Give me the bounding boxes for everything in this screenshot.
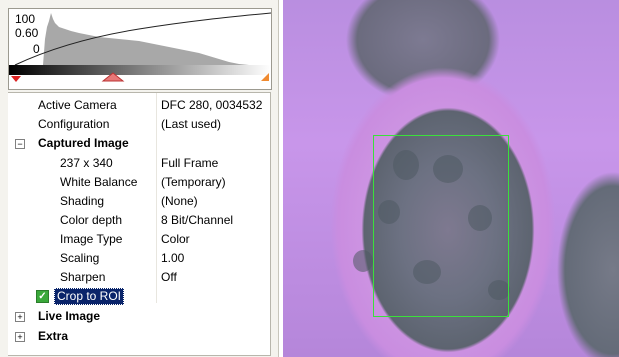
group-label: Live Image xyxy=(38,309,101,323)
prop-row-configuration[interactable]: Configuration (Last used) xyxy=(8,115,270,134)
prop-label: Scaling xyxy=(60,251,100,265)
prop-label: White Balance xyxy=(60,175,138,189)
prop-row-active-camera[interactable]: Active Camera DFC 280, 0034532 xyxy=(8,96,270,115)
prop-value: Color xyxy=(161,232,190,246)
histogram-max-label: 100 xyxy=(15,12,36,26)
prop-label: Shading xyxy=(60,194,105,208)
prop-value: DFC 280, 0034532 xyxy=(161,98,263,112)
histogram-panel[interactable]: 100 0.60 0 xyxy=(8,8,272,90)
prop-value: (Temporary) xyxy=(161,175,226,189)
prop-label: 237 x 340 xyxy=(60,156,113,170)
prop-row-sharpen[interactable]: Sharpen Off xyxy=(8,268,270,287)
cell-granule xyxy=(353,250,373,272)
prop-label: Active Camera xyxy=(38,98,117,112)
intensity-ramp xyxy=(9,65,271,75)
prop-value: 8 Bit/Channel xyxy=(161,213,234,227)
prop-label: Sharpen xyxy=(60,270,106,284)
crop-to-roi-label: Crop to ROI xyxy=(54,288,125,305)
histogram-bars xyxy=(43,13,249,65)
crop-to-roi-checkbox[interactable]: ✓ xyxy=(36,290,49,303)
prop-row-scaling[interactable]: Scaling 1.00 xyxy=(8,249,270,268)
prop-row-color-depth[interactable]: Color depth 8 Bit/Channel xyxy=(8,211,270,230)
group-label: Extra xyxy=(38,329,69,343)
prop-value: (None) xyxy=(161,194,198,208)
prop-row-shading[interactable]: Shading (None) xyxy=(8,192,270,211)
expand-icon[interactable]: + xyxy=(15,332,25,342)
prop-value: 1.00 xyxy=(161,251,185,265)
prop-value: Off xyxy=(161,270,177,284)
prop-row-image-type[interactable]: Image Type Color xyxy=(8,230,270,249)
settings-panel: 100 0.60 0 Active Camera DFC 280, 003453… xyxy=(0,0,279,357)
histogram-graph xyxy=(9,12,271,82)
group-live-image[interactable]: + Live Image xyxy=(8,307,270,326)
property-list: Active Camera DFC 280, 0034532 Configura… xyxy=(8,92,271,356)
prop-value: Full Frame xyxy=(161,156,219,170)
prop-label: Color depth xyxy=(60,213,123,227)
prop-value: (Last used) xyxy=(161,117,222,131)
prop-label: Configuration xyxy=(38,117,110,131)
crop-to-roi-row[interactable]: ✓ Crop to ROI xyxy=(8,287,270,306)
group-captured-image[interactable]: − Captured Image xyxy=(8,134,270,153)
group-label: Captured Image xyxy=(38,136,129,150)
expand-icon[interactable]: + xyxy=(15,312,25,322)
black-point-marker xyxy=(11,76,21,82)
collapse-icon[interactable]: − xyxy=(15,139,25,149)
prop-row-white-balance[interactable]: White Balance (Temporary) xyxy=(8,173,270,192)
histogram-gamma-label: 0.60 xyxy=(15,26,39,40)
group-extra[interactable]: + Extra xyxy=(8,327,270,346)
prop-label: Image Type xyxy=(60,232,123,246)
histogram-min-label: 0 xyxy=(33,42,40,56)
roi-rectangle[interactable] xyxy=(373,135,509,317)
prop-row-frame-size[interactable]: 237 x 340 Full Frame xyxy=(8,154,270,173)
